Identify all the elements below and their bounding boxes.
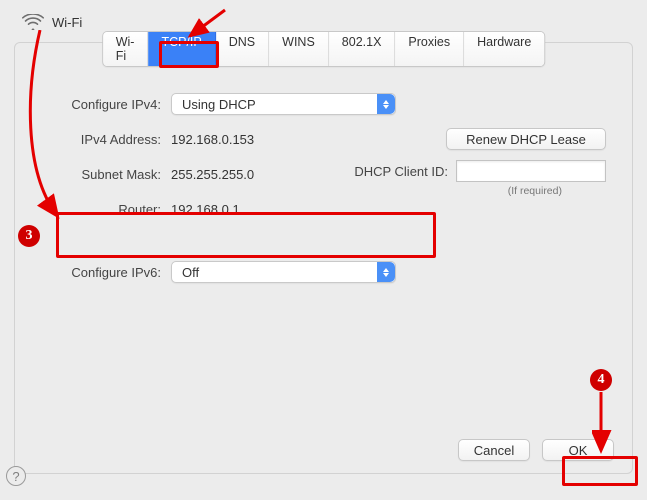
input-dhcp-client-id[interactable]	[456, 160, 606, 182]
select-configure-ipv4[interactable]: Using DHCP	[171, 93, 396, 115]
tab-proxies[interactable]: Proxies	[395, 32, 464, 66]
wifi-icon	[22, 14, 44, 30]
window-title: Wi-Fi	[52, 15, 82, 30]
label-router: Router:	[41, 202, 161, 217]
tab-tcpip[interactable]: TCP/IP	[148, 32, 215, 66]
tab-dns[interactable]: DNS	[216, 32, 269, 66]
tab-8021x[interactable]: 802.1X	[329, 32, 396, 66]
dialog-footer: Cancel OK	[458, 439, 614, 461]
network-advanced-window: Wi-Fi Wi-Fi TCP/IP DNS WINS 802.1X Proxi…	[0, 0, 647, 500]
dhcp-side: Renew DHCP Lease	[431, 128, 606, 150]
tcpip-content: Configure IPv4: Using DHCP IPv4 Address:…	[15, 65, 632, 306]
select-configure-ipv6-value: Off	[182, 265, 199, 280]
help-icon: ?	[12, 469, 19, 484]
label-configure-ipv6: Configure IPv6:	[41, 265, 161, 280]
updown-icon	[377, 94, 395, 114]
value-router: 192.168.0.1	[171, 202, 240, 217]
label-ipv4-address: IPv4 Address:	[41, 132, 161, 147]
renew-dhcp-button[interactable]: Renew DHCP Lease	[446, 128, 606, 150]
cancel-button[interactable]: Cancel	[458, 439, 530, 461]
help-button[interactable]: ?	[6, 466, 26, 486]
label-subnet-mask: Subnet Mask:	[41, 167, 161, 182]
row-dhcp-client-id: DHCP Client ID:	[354, 160, 606, 182]
value-ipv4-address: 192.168.0.153	[171, 132, 254, 147]
settings-panel: Wi-Fi TCP/IP DNS WINS 802.1X Proxies Har…	[14, 42, 633, 474]
row-router: Router: 192.168.0.1	[41, 198, 606, 220]
updown-icon	[377, 262, 395, 282]
label-dhcp-client-id: DHCP Client ID:	[354, 164, 448, 179]
select-configure-ipv6[interactable]: Off	[171, 261, 396, 283]
ok-button[interactable]: OK	[542, 439, 614, 461]
tab-wins[interactable]: WINS	[269, 32, 329, 66]
if-required-hint: (If required)	[508, 185, 562, 197]
value-subnet-mask: 255.255.255.0	[171, 167, 254, 182]
row-configure-ipv4: Configure IPv4: Using DHCP	[41, 93, 606, 115]
select-configure-ipv4-value: Using DHCP	[182, 97, 256, 112]
tab-hardware[interactable]: Hardware	[464, 32, 544, 66]
tab-bar: Wi-Fi TCP/IP DNS WINS 802.1X Proxies Har…	[102, 31, 546, 67]
label-configure-ipv4: Configure IPv4:	[41, 97, 161, 112]
tab-wifi[interactable]: Wi-Fi	[103, 32, 149, 66]
row-configure-ipv6: Configure IPv6: Off	[41, 261, 606, 283]
